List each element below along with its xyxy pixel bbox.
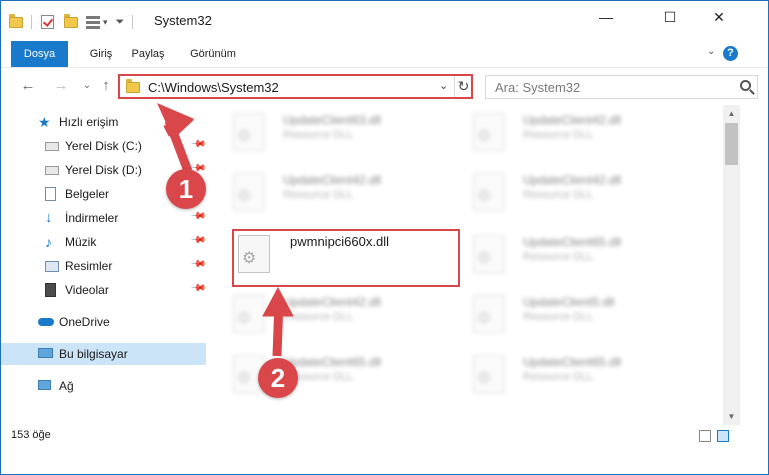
step-badge-1: 1 — [166, 169, 206, 209]
arrow-2-tip — [262, 286, 294, 317]
annotation-arrows — [157, 103, 294, 357]
arrow-1-tip — [157, 103, 195, 134]
step-badge-2: 2 — [258, 358, 298, 398]
file-explorer-window: ▾ ⏷ System32 — ☐ ✕ Dosya Giriş Paylaş Gö… — [0, 0, 769, 475]
